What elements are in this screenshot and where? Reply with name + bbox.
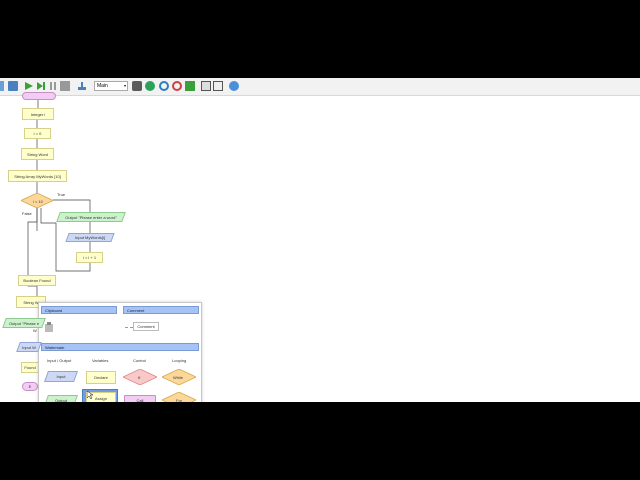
shape-palette-popup: Clipboard Comment Comment Watermark Inpu… [38, 302, 202, 402]
column-control: Control [133, 358, 146, 363]
for-label: For [176, 398, 182, 402]
help-icon[interactable] [229, 81, 239, 91]
clipboard-header: Clipboard [41, 306, 117, 314]
declare-string-node[interactable]: String Word [21, 148, 54, 160]
comment-connector [125, 327, 133, 328]
declare-array-node[interactable]: String Array MyWords [10] [8, 170, 67, 182]
mouse-cursor-icon [87, 391, 93, 399]
output-prompt-node[interactable]: Output "Please enter a word" [58, 212, 124, 222]
false-label: False [22, 211, 32, 216]
comment-header: Comment [123, 306, 199, 314]
program-select[interactable]: Main ▾ [94, 81, 128, 91]
refresh-icon[interactable] [145, 81, 155, 91]
clipboard-icon[interactable] [44, 322, 54, 332]
variables-icon[interactable] [185, 81, 195, 91]
application-window: Main ▾ Integer i i = 0 String Word Strin… [0, 78, 640, 402]
watermark-header: Watermark [41, 343, 199, 351]
properties-icon[interactable] [213, 81, 223, 91]
chevron-down-icon: ▾ [123, 83, 126, 88]
step-icon[interactable] [36, 81, 46, 91]
output-node-partial[interactable]: Output "Please e [4, 318, 44, 328]
input-node-partial[interactable]: Input W [18, 342, 40, 352]
toolbar: Main ▾ [0, 78, 640, 96]
found-node-partial[interactable]: Found [21, 362, 39, 373]
declare-integer-node[interactable]: Integer i [22, 108, 54, 120]
add-function-icon[interactable] [132, 81, 142, 91]
run-icon[interactable] [24, 81, 34, 91]
back-icon[interactable] [0, 81, 4, 91]
program-select-value: Main [97, 83, 108, 89]
input-array-node[interactable]: Input MyWords[i] [67, 233, 113, 242]
declare-shape[interactable]: Declare [86, 371, 116, 384]
end-node-partial[interactable]: E [22, 382, 38, 391]
flowchart-canvas[interactable]: Integer i i = 0 String Word String Array… [0, 92, 640, 402]
true-label: True [57, 192, 66, 197]
output-node-partial-wrap: W [33, 328, 37, 333]
column-looping: Looping [172, 358, 187, 363]
zoom-out-icon[interactable] [172, 81, 182, 91]
output-shape[interactable]: Output [46, 395, 76, 402]
while-label: While [173, 375, 184, 380]
boolean-node[interactable]: Boolean Found [18, 275, 56, 286]
input-shape[interactable]: Input [46, 371, 76, 382]
comment-shape[interactable]: Comment [133, 322, 159, 331]
zoom-in-icon[interactable] [159, 81, 169, 91]
if-label: If [138, 375, 141, 380]
column-input-output: Input / Output [47, 358, 72, 363]
assign-i-node[interactable]: i = 0 [24, 128, 51, 139]
stop-icon[interactable] [60, 81, 70, 91]
pause-icon[interactable] [48, 81, 58, 91]
column-variables: Variables [92, 358, 109, 363]
decision-label: i < 10 [33, 199, 43, 204]
console-icon[interactable] [201, 81, 211, 91]
increment-node[interactable]: i = i + 1 [76, 252, 103, 263]
save-icon[interactable] [8, 81, 18, 91]
start-node[interactable] [22, 92, 56, 100]
speed-icon[interactable] [77, 81, 87, 91]
call-shape[interactable]: Call [124, 395, 156, 402]
